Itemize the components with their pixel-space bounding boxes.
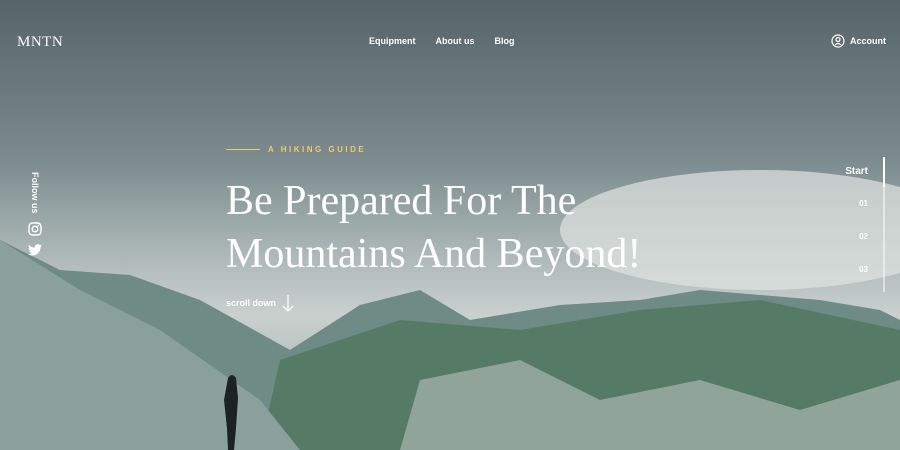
eyebrow-line	[226, 149, 260, 150]
step-02[interactable]: 02	[845, 232, 868, 265]
section-steps: Start 01 02 03	[845, 166, 868, 298]
step-start[interactable]: Start	[845, 166, 868, 199]
scroll-progress-track	[883, 157, 885, 292]
step-03[interactable]: 03	[845, 265, 868, 298]
nav-blog[interactable]: Blog	[495, 36, 515, 46]
nav-about-us[interactable]: About us	[436, 36, 475, 46]
user-icon	[831, 34, 845, 48]
scroll-down-link[interactable]: scroll down	[226, 294, 294, 312]
scroll-down-label: scroll down	[226, 298, 277, 308]
hero-title: Be Prepared For The Mountains And Beyond!	[226, 175, 696, 281]
scroll-progress-fill	[883, 157, 885, 187]
twitter-icon[interactable]	[28, 243, 42, 256]
account-link[interactable]: Account	[831, 34, 886, 48]
eyebrow-text: A HIKING GUIDE	[268, 145, 367, 154]
social-links: Follow us	[28, 172, 42, 256]
hero-title-line2: Mountains And Beyond!	[226, 231, 642, 277]
follow-us-label: Follow us	[30, 172, 40, 214]
main-nav: Equipment About us Blog	[369, 36, 515, 46]
nav-equipment[interactable]: Equipment	[369, 36, 416, 46]
hero-title-line1: Be Prepared For The	[226, 178, 577, 224]
hero-eyebrow: A HIKING GUIDE	[226, 145, 366, 154]
logo[interactable]: MNTN	[17, 34, 63, 51]
step-01[interactable]: 01	[845, 199, 868, 232]
instagram-icon[interactable]	[28, 221, 42, 236]
account-label: Account	[850, 36, 886, 46]
arrow-down-icon	[282, 295, 294, 312]
